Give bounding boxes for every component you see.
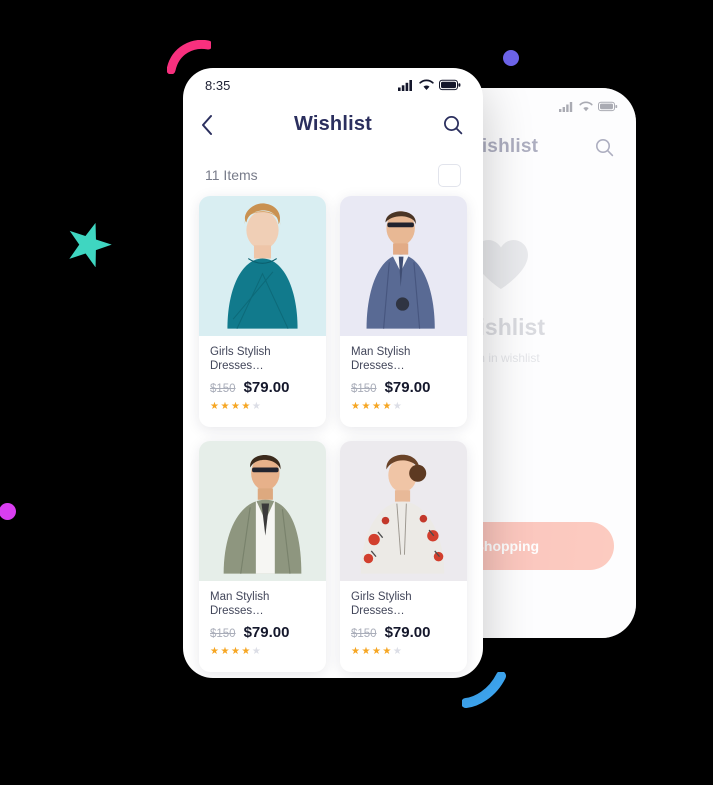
product-old-price: $150	[351, 383, 377, 395]
price-row: $150 $79.00	[351, 379, 456, 396]
product-card[interactable]: Girls Stylish Dresses… $150 $79.00 ★★★★★	[340, 441, 467, 672]
product-grid: Girls Stylish Dresses… $150 $79.00 ★★★★★	[183, 196, 483, 678]
rating-stars: ★★★★★	[351, 646, 404, 657]
wifi-icon	[579, 101, 593, 112]
product-name: Girls Stylish Dresses…	[351, 591, 412, 618]
price-row: $150 $79.00	[351, 624, 456, 641]
product-name: Girls Stylish Dresses…	[210, 346, 271, 373]
search-icon[interactable]	[443, 115, 463, 135]
product-price: $79.00	[384, 379, 431, 396]
product-price: $79.00	[384, 624, 431, 641]
status-time: 8:35	[205, 77, 231, 93]
price-row: $150 $79.00	[210, 624, 315, 641]
item-count-label: 11 Items	[205, 167, 258, 183]
man-in-sage-blazer-illustration	[223, 454, 302, 574]
status-icons	[398, 79, 461, 91]
product-old-price: $150	[210, 383, 236, 395]
product-card[interactable]: Man Stylish Dresses… $150 $79.00 ★★★★★	[340, 196, 467, 427]
search-icon[interactable]	[595, 138, 614, 157]
rating-stars: ★★★★★	[351, 401, 404, 412]
star-teal-shape	[69, 222, 112, 267]
signal-icon	[559, 102, 573, 112]
product-image	[340, 441, 467, 581]
product-info: Man Stylish Dresses… $150 $79.00 ★★★★★	[340, 336, 467, 412]
woman-in-teal-dress-illustration	[227, 203, 298, 329]
rating-stars: ★★★★★	[210, 646, 263, 657]
canvas: Wishlist Wishlist item in wishlist e Sho…	[0, 0, 713, 785]
battery-icon	[598, 101, 618, 112]
product-image	[199, 196, 326, 336]
back-status-bar	[559, 101, 618, 112]
product-info: Girls Stylish Dresses… $150 $79.00 ★★★★★	[340, 581, 467, 657]
rating-stars: ★★★★★	[210, 401, 263, 412]
dot-magenta-shape	[0, 503, 16, 520]
foreground-phone-screen: 8:35 Wishlist 11 Items Girls Stylish Dre…	[183, 68, 483, 678]
signal-icon	[398, 80, 412, 91]
man-in-blue-suit-illustration	[366, 211, 435, 329]
product-info: Man Stylish Dresses… $150 $79.00 ★★★★★	[199, 581, 326, 657]
product-old-price: $150	[210, 628, 236, 640]
product-image	[340, 196, 467, 336]
product-price: $79.00	[243, 624, 290, 641]
product-old-price: $150	[351, 628, 377, 640]
dot-purple-shape	[503, 50, 519, 66]
product-name: Man Stylish Dresses…	[210, 591, 270, 618]
product-info: Girls Stylish Dresses… $150 $79.00 ★★★★★	[199, 336, 326, 412]
status-bar: 8:35	[183, 68, 483, 102]
product-card[interactable]: Girls Stylish Dresses… $150 $79.00 ★★★★★	[199, 196, 326, 427]
page-title: Wishlist	[293, 113, 373, 135]
product-name: Man Stylish Dresses…	[351, 346, 411, 373]
select-all-checkbox[interactable]	[438, 163, 461, 187]
product-image	[199, 441, 326, 581]
list-toolbar: 11 Items	[183, 158, 483, 192]
product-card[interactable]: Man Stylish Dresses… $150 $79.00 ★★★★★	[199, 441, 326, 672]
header: Wishlist	[183, 102, 483, 150]
price-row: $150 $79.00	[210, 379, 315, 396]
woman-in-floral-blouse-illustration	[360, 454, 445, 574]
wifi-icon	[419, 79, 434, 90]
battery-icon	[439, 79, 461, 91]
product-price: $79.00	[243, 379, 290, 396]
